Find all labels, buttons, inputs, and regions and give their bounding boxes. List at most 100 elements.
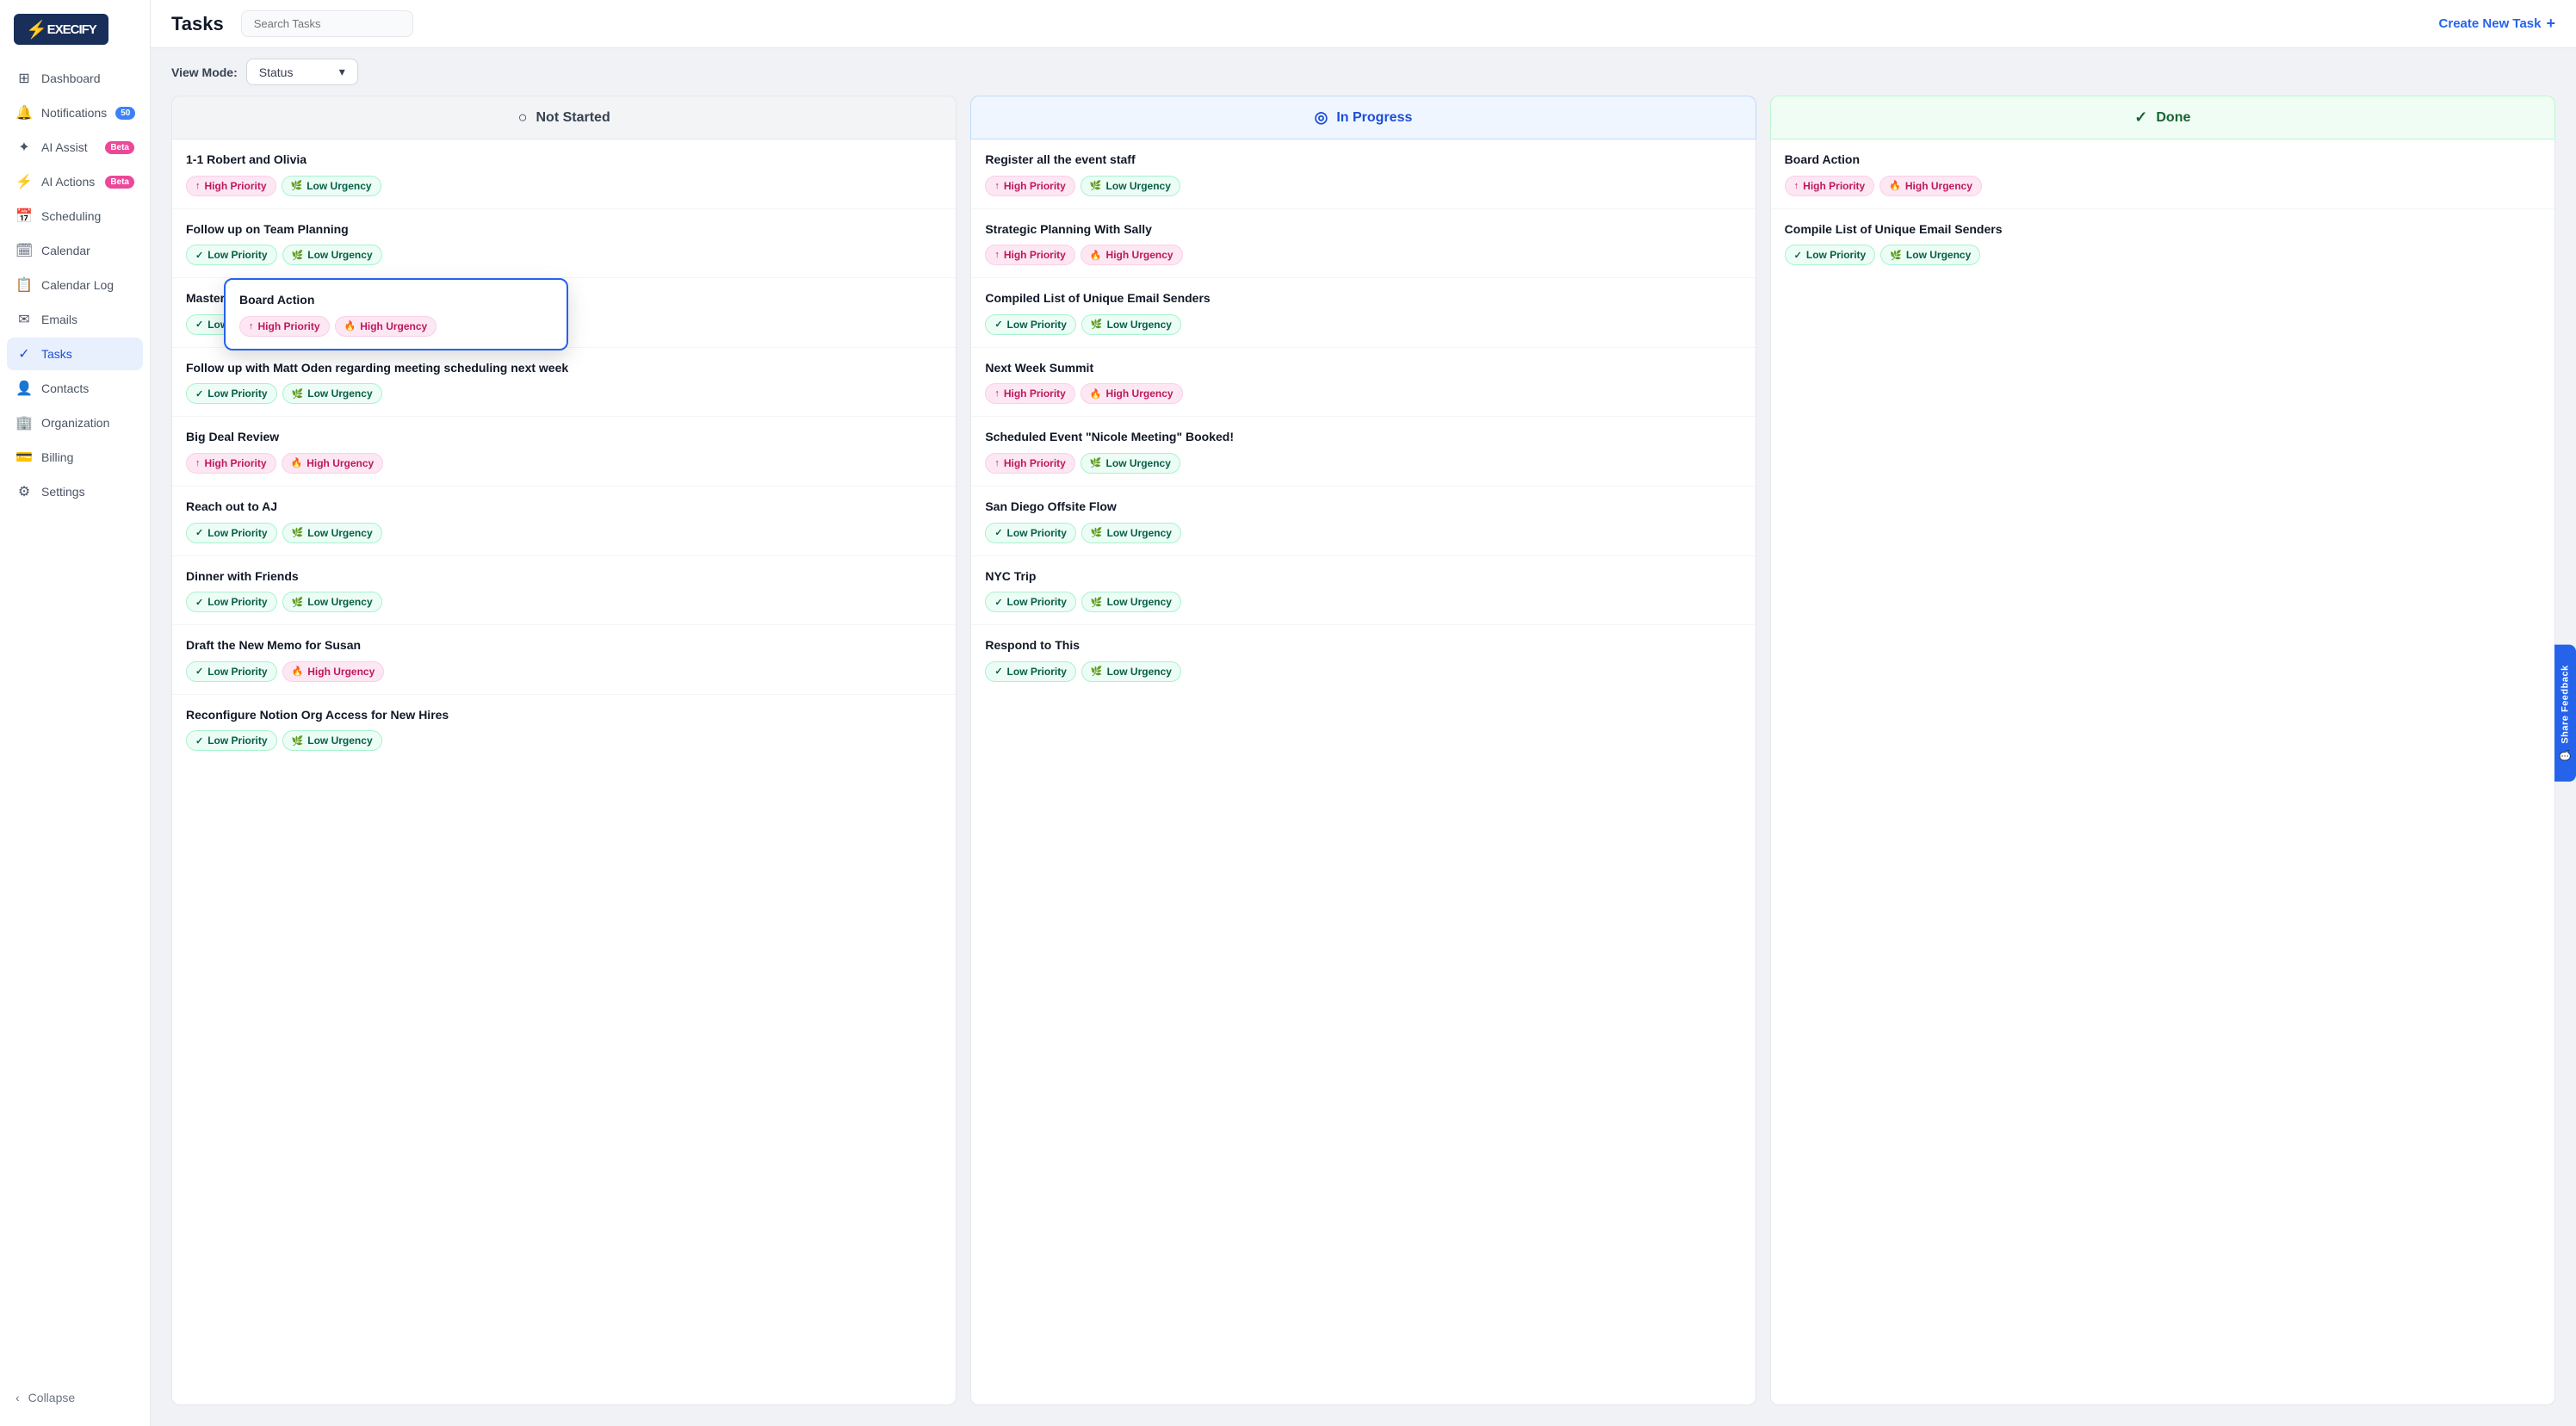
urgency-tag: 🔥 High Urgency: [282, 661, 385, 682]
urgency-icon: 🌿: [292, 388, 304, 400]
sidebar-footer: ‹ Collapse: [0, 1376, 150, 1412]
task-card[interactable]: Dinner with Friends ✓ Low Priority 🌿 Low…: [172, 556, 956, 626]
task-card[interactable]: Draft the New Memo for Susan ✓ Low Prior…: [172, 625, 956, 695]
task-card[interactable]: NYC Trip ✓ Low Priority 🌿 Low Urgency: [971, 556, 1755, 626]
urgency-tag: 🌿 Low Urgency: [1081, 314, 1181, 335]
task-tags: ↑ High Priority 🔥 High Urgency: [1785, 176, 2541, 196]
priority-icon: ↑: [994, 181, 1000, 191]
priority-label: High Priority: [1004, 457, 1066, 469]
priority-tag: ↑ High Priority: [1785, 176, 1875, 196]
sidebar-item-billing[interactable]: 💳 Billing: [7, 441, 143, 474]
priority-label: Low Priority: [1007, 596, 1067, 608]
task-title: Next Week Summit: [985, 360, 1741, 377]
view-mode-select[interactable]: Status ▾: [246, 59, 358, 85]
priority-tag: ✓ Low Priority: [985, 592, 1076, 612]
sidebar-item-notifications[interactable]: 🔔 Notifications 50: [7, 96, 143, 129]
sidebar-item-emails[interactable]: ✉ Emails: [7, 303, 143, 336]
task-card[interactable]: Respond to This ✓ Low Priority 🌿 Low Urg…: [971, 625, 1755, 694]
urgency-icon: 🔥: [292, 666, 304, 677]
floating-priority-icon: ↑: [249, 321, 254, 332]
floating-card[interactable]: Board Action ↑ High Priority 🔥 High Urge…: [224, 278, 568, 350]
main-content: Tasks Create New Task + View Mode: Statu…: [151, 0, 2576, 1426]
search-input[interactable]: [241, 10, 413, 37]
urgency-icon: 🌿: [1091, 319, 1103, 330]
task-card[interactable]: Follow up on Team Planning ✓ Low Priorit…: [172, 209, 956, 279]
sidebar-item-organization[interactable]: 🏢 Organization: [7, 406, 143, 439]
sidebar-item-dashboard[interactable]: ⊞ Dashboard: [7, 62, 143, 95]
sidebar-item-settings[interactable]: ⚙ Settings: [7, 475, 143, 508]
priority-tag: ✓ Low Priority: [985, 661, 1076, 682]
priority-icon: ↑: [994, 250, 1000, 260]
task-card[interactable]: Reach out to AJ ✓ Low Priority 🌿 Low Urg…: [172, 487, 956, 556]
task-card[interactable]: Strategic Planning With Sally ↑ High Pri…: [971, 209, 1755, 279]
task-card[interactable]: Master Systems ✓ Low Priority 🌿 Low Urge…: [172, 278, 956, 348]
task-card[interactable]: Compile List of Unique Email Senders ✓ L…: [1771, 209, 2554, 278]
task-title: Reconfigure Notion Org Access for New Hi…: [186, 707, 942, 724]
task-card[interactable]: Board Action ↑ High Priority 🔥 High Urge…: [1771, 140, 2554, 209]
sidebar-item-tasks[interactable]: ✓ Tasks: [7, 338, 143, 370]
sidebar-label-notifications: Notifications: [41, 106, 107, 120]
urgency-tag: 🔥 High Urgency: [1879, 176, 1982, 196]
priority-tag: ✓ Low Priority: [186, 245, 277, 265]
task-card[interactable]: San Diego Offsite Flow ✓ Low Priority 🌿 …: [971, 487, 1755, 556]
urgency-icon: 🌿: [1091, 597, 1103, 608]
priority-icon: ✓: [195, 527, 203, 538]
task-title: Compiled List of Unique Email Senders: [985, 290, 1741, 307]
urgency-icon: 🔥: [1889, 180, 1901, 191]
column-body-in-progress: Register all the event staff ↑ High Prio…: [970, 140, 1756, 1405]
urgency-label: Low Urgency: [1106, 180, 1171, 192]
sidebar-item-scheduling[interactable]: 📅 Scheduling: [7, 200, 143, 232]
sidebar-item-calendar[interactable]: 🗓 Calendar: [7, 234, 143, 267]
task-card[interactable]: Next Week Summit ↑ High Priority 🔥 High …: [971, 348, 1755, 418]
priority-label: Low Priority: [1007, 666, 1067, 678]
urgency-tag: 🌿 Low Urgency: [282, 730, 382, 751]
calendar-log-icon: 📋: [15, 276, 33, 294]
column-header-in-progress: ◎In Progress: [970, 96, 1756, 140]
sidebar-item-contacts[interactable]: 👤 Contacts: [7, 372, 143, 405]
urgency-tag: 🔥 High Urgency: [282, 453, 384, 474]
priority-icon: ✓: [195, 597, 203, 608]
create-task-button[interactable]: Create New Task +: [2439, 15, 2555, 33]
task-title: Strategic Planning With Sally: [985, 221, 1741, 239]
task-tags: ✓ Low Priority 🌿 Low Urgency: [985, 523, 1741, 543]
task-title: San Diego Offsite Flow: [985, 499, 1741, 516]
urgency-label: Low Urgency: [1107, 527, 1172, 539]
task-card[interactable]: Reconfigure Notion Org Access for New Hi…: [172, 695, 956, 764]
task-card[interactable]: Scheduled Event "Nicole Meeting" Booked!…: [971, 417, 1755, 487]
sidebar-label-ai-assist: AI Assist: [41, 140, 88, 154]
floating-urgency-tag: 🔥 High Urgency: [335, 316, 437, 337]
task-tags: ↑ High Priority 🔥 High Urgency: [985, 245, 1741, 265]
priority-icon: ✓: [195, 250, 203, 261]
task-tags: ✓ Low Priority 🌿 Low Urgency: [186, 523, 942, 543]
chat-icon: 💬: [2560, 749, 2571, 761]
urgency-label: Low Urgency: [1106, 457, 1171, 469]
task-card[interactable]: Compiled List of Unique Email Senders ✓ …: [971, 278, 1755, 348]
collapse-button[interactable]: ‹ Collapse: [7, 1383, 143, 1412]
column-not-started: ○Not Started 1-1 Robert and Olivia ↑ Hig…: [171, 96, 957, 1405]
urgency-tag: 🌿 Low Urgency: [1081, 592, 1181, 612]
share-feedback-button[interactable]: 💬 Share Feedback: [2554, 644, 2576, 781]
column-body-not-started: 1-1 Robert and Olivia ↑ High Priority 🌿 …: [171, 140, 957, 1405]
sidebar-item-calendar-log[interactable]: 📋 Calendar Log: [7, 269, 143, 301]
sidebar-label-scheduling: Scheduling: [41, 209, 101, 223]
priority-icon: ✓: [994, 666, 1002, 677]
task-card[interactable]: Follow up with Matt Oden regarding meeti…: [172, 348, 956, 418]
priority-label: Low Priority: [1007, 319, 1067, 331]
urgency-label: Low Urgency: [307, 735, 372, 747]
floating-priority-label: High Priority: [258, 320, 320, 332]
sidebar-label-ai-actions: AI Actions: [41, 175, 95, 189]
task-title: Register all the event staff: [985, 152, 1741, 169]
priority-icon: ✓: [994, 319, 1002, 330]
priority-label: Low Priority: [207, 527, 267, 539]
task-title: Dinner with Friends: [186, 568, 942, 586]
task-card[interactable]: Big Deal Review ↑ High Priority 🔥 High U…: [172, 417, 956, 487]
sidebar-item-ai-actions[interactable]: ⚡ AI Actions Beta: [7, 165, 143, 198]
urgency-icon: 🌿: [292, 735, 304, 747]
task-card[interactable]: Register all the event staff ↑ High Prio…: [971, 140, 1755, 209]
urgency-icon: 🌿: [1091, 666, 1103, 677]
task-card[interactable]: 1-1 Robert and Olivia ↑ High Priority 🌿 …: [172, 140, 956, 209]
sidebar-item-ai-assist[interactable]: ✦ AI Assist Beta: [7, 131, 143, 164]
sidebar: ⚡ EXECIFY ⊞ Dashboard 🔔 Notifications 50…: [0, 0, 151, 1426]
urgency-label: High Urgency: [307, 457, 374, 469]
app-logo: ⚡ EXECIFY: [14, 14, 108, 45]
